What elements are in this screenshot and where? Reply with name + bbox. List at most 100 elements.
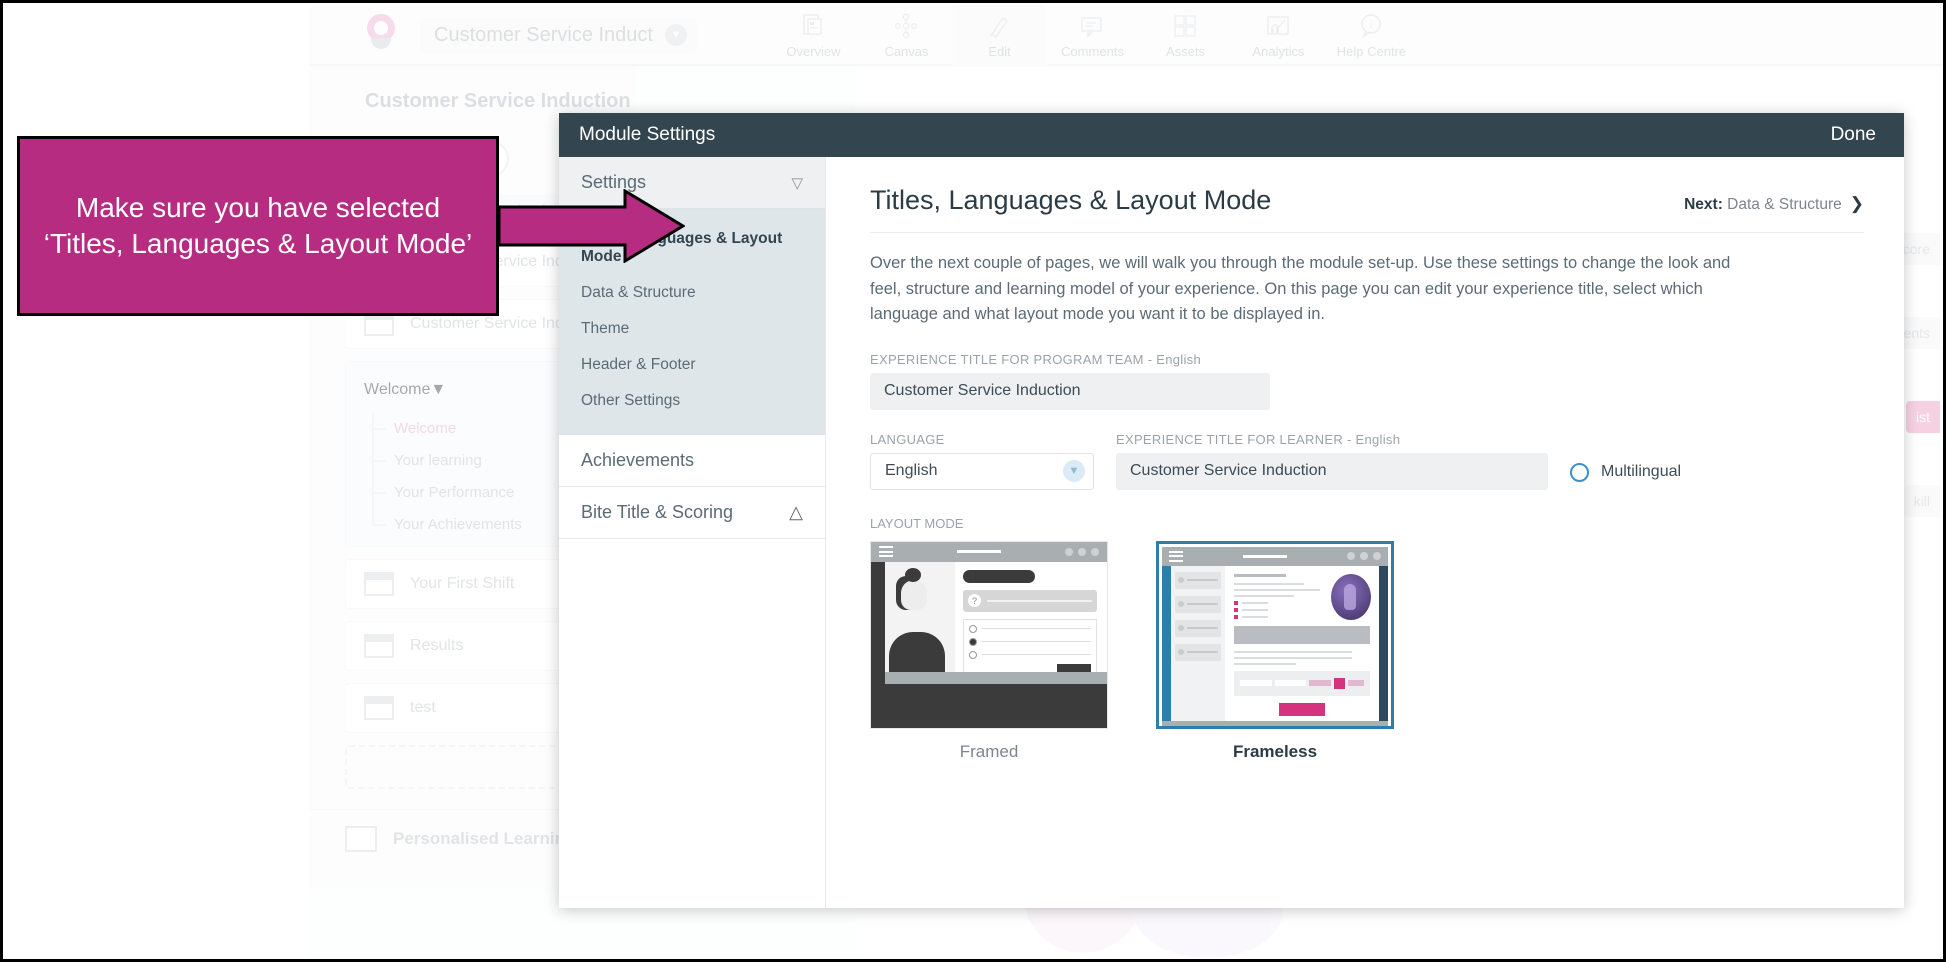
language-label: LANGUAGE xyxy=(870,431,945,447)
layout-option-frameless[interactable]: Frameless xyxy=(1156,540,1394,762)
page-title: Titles, Languages & Layout Mode xyxy=(870,185,1272,215)
sidebar-section-bite-title-scoring[interactable]: Bite Title & Scoring △ xyxy=(559,487,825,539)
thumb-titlebar xyxy=(1162,546,1388,566)
nav-tab-edit-label: Edit xyxy=(988,44,1011,59)
pencil-icon xyxy=(986,12,1012,40)
title-placeholder xyxy=(957,550,1001,554)
sidebar-item-label: Header & Footer xyxy=(581,356,696,373)
sidebar-item-label: Theme xyxy=(581,320,630,337)
language-value: English xyxy=(885,462,938,480)
nav-tab-canvas-label: Canvas xyxy=(884,44,929,59)
chevron-down-icon: ▽ xyxy=(791,174,803,192)
right-arrow-annotation xyxy=(499,189,685,263)
assets-icon xyxy=(1172,12,1198,40)
sidebar-item-other-settings[interactable]: Other Settings xyxy=(559,383,825,419)
nav-tab-canvas[interactable]: Canvas xyxy=(860,5,953,65)
sidebar-section-label: Achievements xyxy=(581,450,695,470)
analytics-icon xyxy=(1265,12,1291,40)
nav-tab-overview[interactable]: Overview xyxy=(767,5,860,65)
modal-content: Titles, Languages & Layout Mode Next: Da… xyxy=(826,157,1904,908)
answer-options xyxy=(963,618,1097,679)
nav-tab-assets[interactable]: Assets xyxy=(1139,5,1232,65)
modal-title: Module Settings xyxy=(579,124,716,145)
title-placeholder xyxy=(1243,554,1287,558)
framed-thumbnail[interactable]: ? xyxy=(870,540,1108,729)
list-icon xyxy=(345,826,377,852)
next-page-link[interactable]: Next: Data & Structure ❯ xyxy=(1684,194,1864,214)
cta-button-placeholder xyxy=(1279,702,1325,716)
program-title-input[interactable]: Customer Service Induction xyxy=(870,372,1270,410)
chevron-down-icon: ▼ xyxy=(1063,460,1085,483)
frameless-thumbnail[interactable] xyxy=(1156,540,1394,729)
module-selector[interactable]: Customer Service Induct ▼ xyxy=(420,17,697,53)
modal-title-bar: Module Settings Done xyxy=(559,113,1904,157)
next-label: Data & Structure xyxy=(1727,196,1842,213)
sidebar-section-label: Bite Title & Scoring xyxy=(581,502,734,522)
chevron-down-icon: ▼ xyxy=(664,24,687,46)
language-row: LANGUAGE English ▼ EXPERIENCE TITLE FOR … xyxy=(870,432,1864,490)
hamburger-icon xyxy=(879,544,893,560)
nav-tab-help-centre-label: Help Centre xyxy=(1336,44,1407,59)
module-selector-label: Customer Service Induct xyxy=(434,23,653,46)
nav-tab-help-centre[interactable]: i Help Centre xyxy=(1325,5,1418,65)
tree-group-label: Welcome xyxy=(364,381,431,398)
content-header: Titles, Languages & Layout Mode Next: Da… xyxy=(870,185,1864,233)
sidebar-item-label: Other Settings xyxy=(581,392,681,409)
nav-tab-comments-label: Comments xyxy=(1061,44,1124,59)
nav-tab-overview-label: Overview xyxy=(786,44,841,59)
learner-title-input[interactable]: Customer Service Induction xyxy=(1116,452,1548,490)
svg-text:i: i xyxy=(1370,20,1373,31)
radio-icon xyxy=(969,650,977,659)
question-box: ? xyxy=(963,589,1097,612)
done-button[interactable]: Done xyxy=(1831,124,1876,146)
modal-body: Settings ▽ Titles, Languages & Layout Mo… xyxy=(559,157,1904,908)
chevron-right-icon: ❯ xyxy=(1849,194,1864,213)
frameless-stage xyxy=(1162,565,1388,721)
radio-icon[interactable] xyxy=(1570,462,1589,482)
speech-bubble-icon xyxy=(963,569,1035,583)
learner-title-field: EXPERIENCE TITLE FOR LEARNER - English C… xyxy=(1116,432,1548,490)
framed-inner-window: ? xyxy=(885,561,1107,679)
nav-tab-comments[interactable]: Comments xyxy=(1046,5,1139,65)
sidebar-item-data-structure[interactable]: Data & Structure xyxy=(559,275,825,311)
canvas-icon xyxy=(893,12,919,40)
thumb-titlebar xyxy=(871,541,1107,562)
layout-option-framed[interactable]: ? Framed xyxy=(870,540,1108,762)
sidebar-item-theme[interactable]: Theme xyxy=(559,311,825,347)
layout-option-frameless-label: Frameless xyxy=(1232,741,1318,761)
slider-knob xyxy=(1334,677,1345,689)
sidebar-item-header-footer[interactable]: Header & Footer xyxy=(559,347,825,383)
callout-text: Make sure you have selected ‘Titles, Lan… xyxy=(43,192,473,259)
language-field: LANGUAGE English ▼ xyxy=(870,432,1094,490)
module-settings-modal: Module Settings Done Settings ▽ Titles, … xyxy=(559,113,1904,908)
background-chip: kill xyxy=(1903,485,1940,517)
framed-content: ? xyxy=(955,561,1107,679)
nav-tab-edit[interactable]: Edit xyxy=(952,5,1046,65)
nav-tab-assets-label: Assets xyxy=(1165,44,1205,59)
slider-widget xyxy=(1234,670,1370,696)
callout-annotation: Make sure you have selected ‘Titles, Lan… xyxy=(17,136,499,316)
avatar-illustration-icon xyxy=(1331,573,1371,620)
chevron-down-icon[interactable]: ▼ xyxy=(430,381,446,399)
frameless-nav xyxy=(1171,565,1225,721)
language-select[interactable]: English ▼ xyxy=(870,452,1094,490)
overview-icon xyxy=(800,12,826,40)
avatar-illustration-icon xyxy=(885,561,955,672)
comment-icon xyxy=(1079,12,1105,40)
layout-mode-options: ? Framed Frameless xyxy=(870,540,1864,762)
nav-tab-analytics[interactable]: Analytics xyxy=(1232,5,1325,65)
multilingual-toggle[interactable]: Multilingual xyxy=(1570,462,1681,490)
page-icon xyxy=(364,634,394,658)
program-title-field: EXPERIENCE TITLE FOR PROGRAM TEAM - Engl… xyxy=(870,352,1270,410)
right-rail xyxy=(1379,565,1388,721)
hamburger-icon xyxy=(1169,548,1183,564)
nav-tab-analytics-label: Analytics xyxy=(1252,44,1305,59)
sidebar-section-achievements[interactable]: Achievements xyxy=(559,435,825,487)
modal-sidebar: Settings ▽ Titles, Languages & Layout Mo… xyxy=(559,157,826,908)
screenshot-root: Customer Service Induct ▼ Overview Canva… xyxy=(0,0,1946,962)
question-mark-icon: ? xyxy=(968,594,981,608)
framed-stage: ? xyxy=(871,561,1107,728)
app-top-bar: Customer Service Induct ▼ Overview Canva… xyxy=(309,5,1943,66)
chevron-up-icon: △ xyxy=(789,502,803,522)
info-icon: i xyxy=(1358,12,1384,40)
